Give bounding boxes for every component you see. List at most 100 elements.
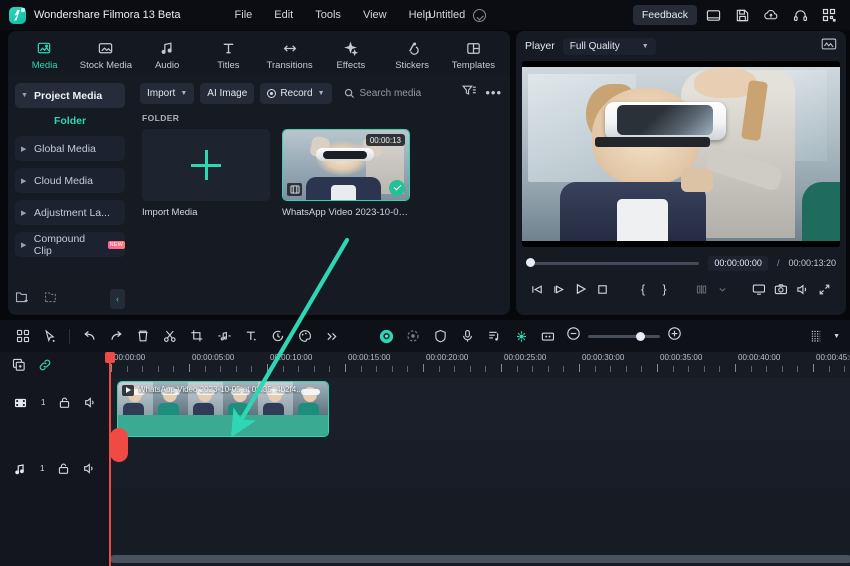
waveform-snapshot-icon[interactable] (821, 37, 837, 56)
text-icon[interactable] (238, 324, 264, 348)
tab-transitions[interactable]: Transitions (259, 36, 320, 71)
feedback-button[interactable]: Feedback (632, 5, 697, 25)
volume-icon[interactable] (793, 279, 813, 300)
cloud-upload-icon[interactable] (758, 4, 784, 26)
timeline-tracks[interactable]: WhatsApp Video 2023-10-05 at 08.35_4b2f4… (110, 378, 850, 566)
tab-media[interactable]: Media (14, 36, 75, 71)
track-header-audio[interactable]: 1 (0, 462, 110, 475)
split-icon[interactable] (691, 279, 711, 300)
play-icon[interactable] (571, 279, 591, 300)
new-folder-icon[interactable] (15, 290, 30, 309)
chevron-down-icon: ▼ (641, 42, 649, 50)
audio-mixer-icon[interactable] (481, 324, 507, 348)
sidebar-item-global-media[interactable]: ▶ Global Media (15, 136, 125, 161)
lock-icon[interactable] (58, 396, 71, 409)
export-icon[interactable] (700, 4, 726, 26)
ai-image-button[interactable]: AI Image (200, 82, 255, 104)
display-icon[interactable] (750, 279, 770, 300)
quality-select[interactable]: Full Quality ▼ (562, 37, 656, 55)
menu-edit[interactable]: Edit (264, 5, 303, 25)
ruler-tick (735, 364, 736, 372)
color-palette-icon[interactable] (292, 324, 318, 348)
scrubber-handle[interactable] (526, 258, 535, 267)
track-height-icon[interactable] (803, 324, 829, 348)
current-timecode[interactable]: 00:00:00:00 (708, 255, 768, 271)
menu-file[interactable]: File (225, 5, 263, 25)
mark-out-icon[interactable]: } (655, 279, 675, 300)
chevron-down-icon[interactable]: ▼ (833, 333, 840, 340)
delete-icon[interactable] (130, 324, 156, 348)
timeline-scrollbar[interactable] (110, 555, 850, 563)
sidebar-item-cloud-media[interactable]: ▶ Cloud Media (15, 168, 125, 193)
tab-stickers[interactable]: Stickers (382, 36, 443, 71)
ruler-tick (625, 366, 627, 372)
record-button[interactable]: Record ▼ (260, 82, 332, 104)
layout-grid-icon[interactable] (10, 324, 36, 348)
ai-smart-icon[interactable] (373, 324, 399, 348)
zoom-slider[interactable] (588, 331, 660, 341)
stop-icon[interactable] (593, 279, 613, 300)
selection-cursor-icon[interactable] (37, 324, 63, 348)
speed-icon[interactable] (265, 324, 291, 348)
next-frame-icon[interactable] (550, 279, 570, 300)
timeline-clip[interactable]: WhatsApp Video 2023-10-05 at 08.35_4b2f4… (118, 382, 328, 436)
more-chevrons-icon[interactable] (319, 324, 345, 348)
timeline-ruler[interactable]: 00:00:00 00:00:05:00 00:00:10:00 00:00:1… (110, 352, 850, 378)
tab-templates[interactable]: Templates (443, 36, 504, 71)
link-clips-icon[interactable] (38, 358, 52, 372)
fullscreen-icon[interactable] (814, 279, 834, 300)
mask-icon[interactable] (427, 324, 453, 348)
sidebar-item-compound-clip[interactable]: ▶ Compound Clip NEW (15, 232, 125, 257)
camera-icon[interactable] (771, 279, 791, 300)
tab-stock-media[interactable]: Stock Media (75, 36, 136, 71)
keyframe-icon[interactable] (508, 324, 534, 348)
chevron-down-icon[interactable] (713, 279, 733, 300)
ruler-label: 00:00:45:00 (816, 353, 850, 362)
save-icon[interactable] (729, 4, 755, 26)
sidebar-folder-label[interactable]: Folder (15, 115, 125, 127)
redo-icon[interactable] (103, 324, 129, 348)
support-headset-icon[interactable] (787, 4, 813, 26)
import-media-dropzone[interactable] (142, 129, 270, 201)
tab-titles[interactable]: Titles (198, 36, 259, 71)
audio-lane[interactable] (110, 440, 850, 488)
collapse-panel-icon[interactable]: ‹ (110, 289, 125, 309)
playback-scrubber[interactable] (526, 258, 700, 267)
timeline-header-actions (0, 352, 110, 378)
menu-tools[interactable]: Tools (305, 5, 351, 25)
search-media-input[interactable]: Search media (344, 88, 457, 99)
video-preview[interactable] (522, 61, 840, 247)
filter-sort-icon[interactable] (462, 84, 477, 102)
tab-effects[interactable]: Effects (320, 36, 381, 71)
prev-frame-icon[interactable] (528, 279, 548, 300)
media-item-tile[interactable]: 00:00:13 WhatsApp Video 2023-10-05... (282, 129, 410, 218)
undo-icon[interactable] (76, 324, 102, 348)
audio-detach-icon[interactable] (211, 324, 237, 348)
tab-audio[interactable]: Audio (137, 36, 198, 71)
import-button[interactable]: Import ▼ (140, 82, 195, 104)
track-header-video[interactable]: 1 (0, 396, 124, 409)
more-options-icon[interactable]: ••• (485, 86, 502, 99)
duplicate-icon[interactable] (12, 358, 26, 372)
delete-folder-icon[interactable] (44, 290, 59, 309)
lock-icon[interactable] (57, 462, 70, 475)
import-media-tile[interactable]: Import Media (142, 129, 270, 218)
mute-icon[interactable] (83, 462, 96, 475)
crop-icon[interactable] (184, 324, 210, 348)
zoom-in-icon[interactable] (667, 326, 682, 346)
marker-icon[interactable] (535, 324, 561, 348)
zoom-out-icon[interactable] (566, 326, 581, 346)
apps-grid-icon[interactable] (816, 4, 842, 26)
motion-tracking-icon[interactable] (400, 324, 426, 348)
sidebar-item-project-media[interactable]: ▼ Project Media (15, 83, 125, 108)
tab-titles-label: Titles (217, 59, 240, 71)
split-scissors-icon[interactable] (157, 324, 183, 348)
mark-in-icon[interactable]: { (633, 279, 653, 300)
mute-icon[interactable] (84, 396, 97, 409)
sidebar-item-adjustment-layer[interactable]: ▶ Adjustment La... (15, 200, 125, 225)
voiceover-mic-icon[interactable] (454, 324, 480, 348)
media-item-thumbnail[interactable]: 00:00:13 (282, 129, 410, 201)
zoom-slider-handle[interactable] (636, 331, 645, 341)
ai-image-button-label: AI Image (207, 87, 248, 99)
menu-view[interactable]: View (353, 5, 397, 25)
